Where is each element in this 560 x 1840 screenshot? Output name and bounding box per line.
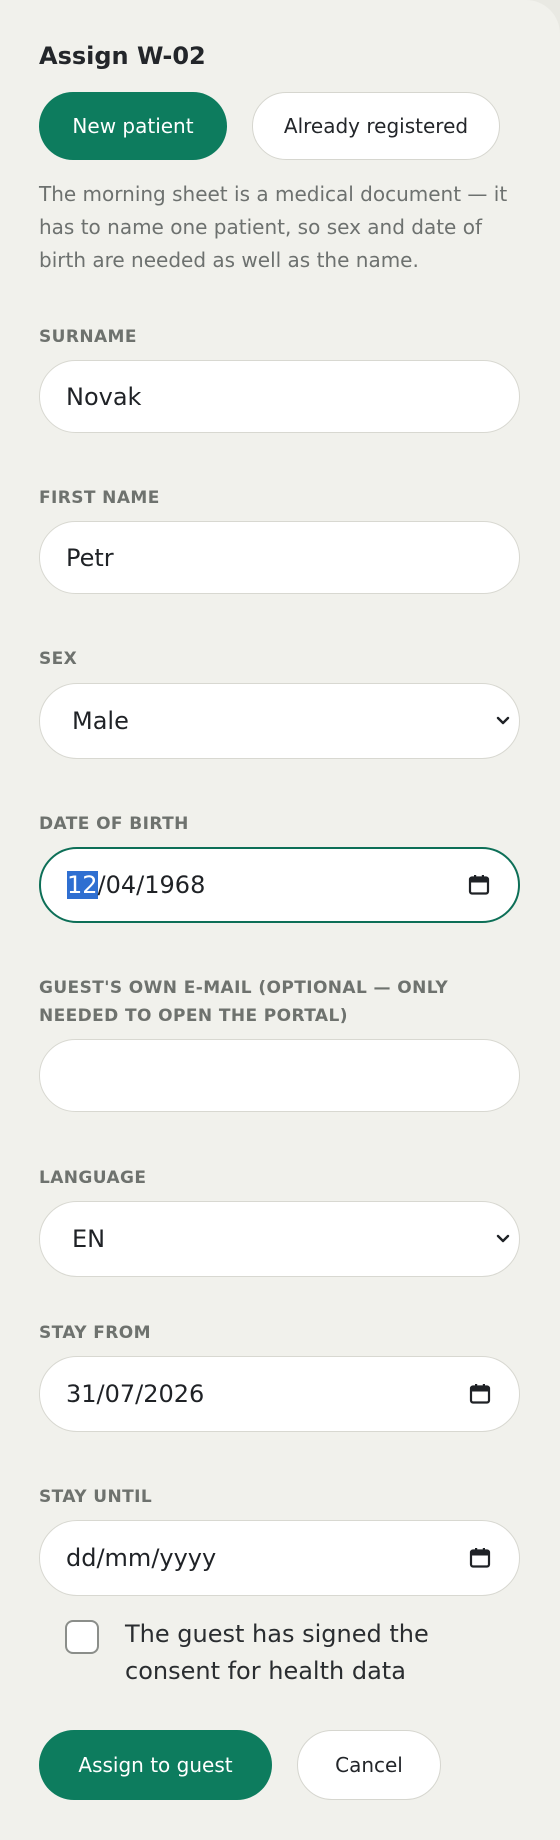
email-input[interactable]	[39, 1039, 520, 1112]
language-select[interactable]: EN	[39, 1201, 520, 1277]
stay-from-input[interactable]: 31/07/2026	[39, 1356, 520, 1432]
stay-until-input[interactable]: dd/mm/yyyy	[39, 1520, 520, 1596]
consent-checkbox[interactable]	[65, 1620, 99, 1654]
stay-from-label: STAY FROM	[39, 1323, 151, 1343]
new-patient-tab[interactable]: New patient	[39, 92, 227, 160]
chevron-down-icon	[495, 713, 511, 729]
calendar-icon[interactable]	[468, 874, 490, 896]
calendar-icon[interactable]	[469, 1547, 491, 1569]
calendar-icon[interactable]	[469, 1383, 491, 1405]
stay-from-value: 31/07/2026	[66, 1380, 205, 1408]
email-label: GUEST'S OWN E-MAIL (OPTIONAL — ONLY NEED…	[39, 978, 449, 1026]
dob-value: 12/04/1968	[67, 871, 468, 899]
dob-input[interactable]: 12/04/1968	[39, 847, 520, 923]
first-name-value: Petr	[66, 543, 114, 572]
form-title: Assign W-02	[39, 42, 206, 70]
consent-label[interactable]: The guest has signed the consent for hea…	[125, 1616, 455, 1690]
stay-until-label: STAY UNTIL	[39, 1487, 153, 1507]
sex-value: Male	[72, 707, 129, 735]
first-name-label: FIRST NAME	[39, 488, 160, 508]
already-registered-tab[interactable]: Already registered	[252, 92, 500, 160]
language-label: LANGUAGE	[39, 1168, 147, 1188]
stay-until-placeholder: dd/mm/yyyy	[66, 1544, 217, 1572]
chevron-down-icon	[495, 1231, 511, 1247]
surname-value: Novak	[66, 382, 142, 411]
sex-select[interactable]: Male	[39, 683, 520, 759]
intro-text: The morning sheet is a medical document …	[39, 182, 508, 272]
assign-to-guest-button[interactable]: Assign to guest	[39, 1730, 272, 1800]
surname-label: SURNAME	[39, 327, 137, 347]
surname-input[interactable]: Novak	[39, 360, 520, 433]
sex-label: SEX	[39, 649, 78, 669]
cancel-button[interactable]: Cancel	[297, 1730, 441, 1800]
dob-day-segment[interactable]: 12	[67, 871, 98, 899]
first-name-input[interactable]: Petr	[39, 521, 520, 594]
dob-label: DATE OF BIRTH	[39, 814, 189, 834]
dob-rest: /04/1968	[97, 871, 206, 899]
language-value: EN	[72, 1225, 106, 1253]
assign-panel: Assign W-02 New patient Already register…	[0, 0, 560, 1840]
